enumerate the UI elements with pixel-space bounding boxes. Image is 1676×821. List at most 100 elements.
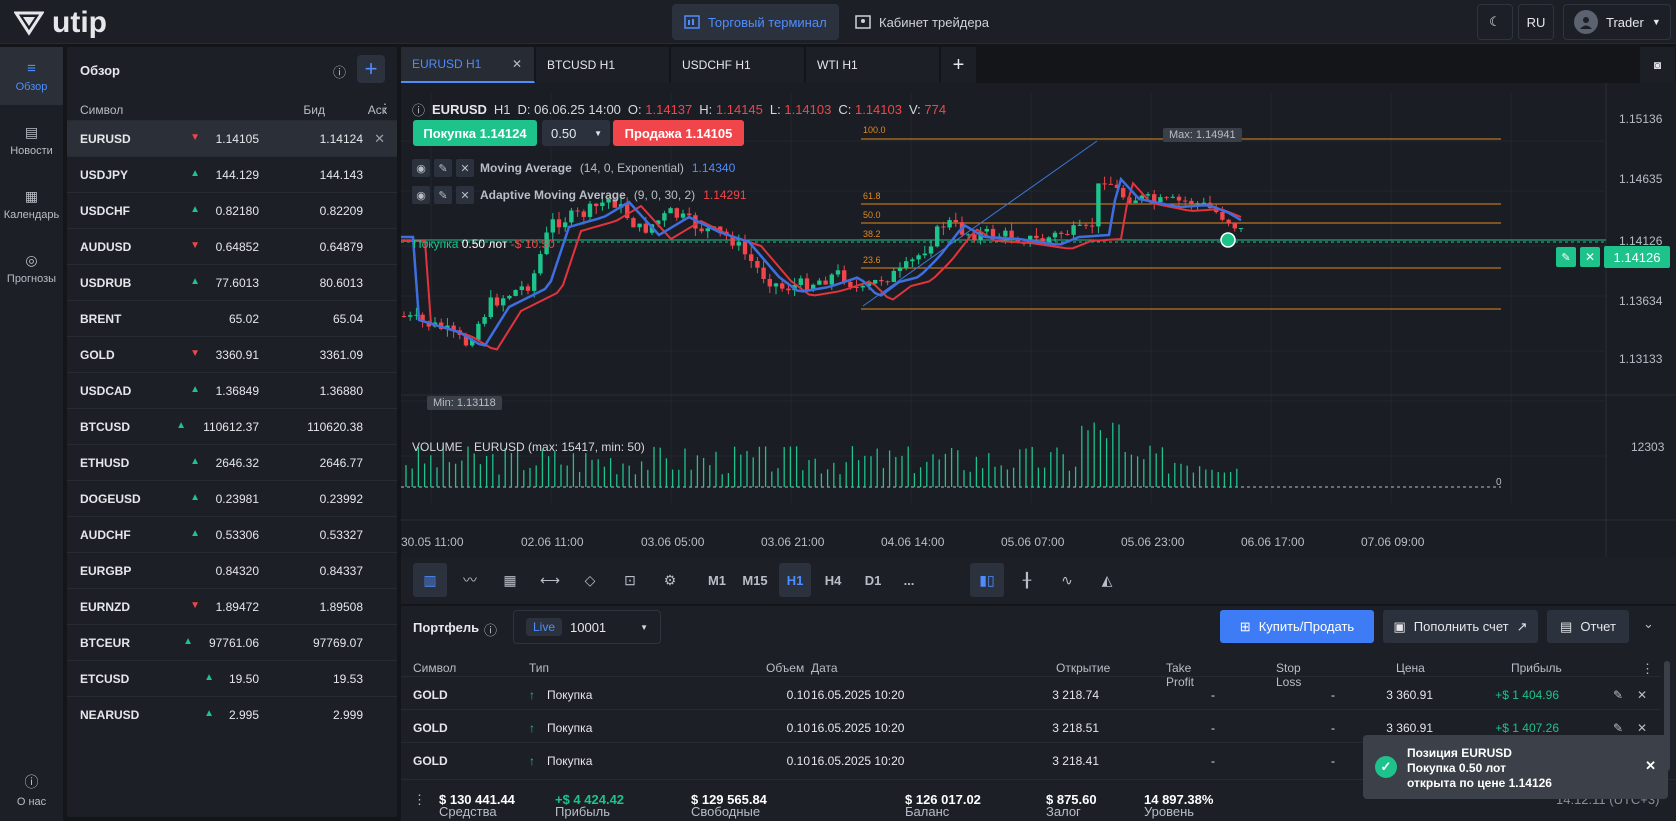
symbol-row[interactable]: NEARUSD ▲ 2.995 2.999	[67, 696, 397, 732]
tab-btcusd[interactable]: BTCUSD H1	[536, 47, 670, 83]
wrench-icon[interactable]: ✎	[434, 186, 452, 204]
symbol-row[interactable]: AUDUSD ▼ 0.64852 0.64879	[67, 228, 397, 264]
pencil-icon[interactable]: ✎	[1613, 688, 1623, 702]
tab-eurusd[interactable]: EURUSD H1 ✕	[401, 47, 535, 83]
symbol-row[interactable]: BRENT 65.02 65.04	[67, 300, 397, 336]
close-position-button[interactable]: ✕	[1580, 247, 1600, 267]
candle-body	[780, 283, 785, 289]
quick-buy-button[interactable]: Покупка 1.14124	[413, 120, 537, 146]
close-toast-button[interactable]: ✕	[1645, 758, 1656, 774]
sidebar-item-calendar[interactable]: ▦ Календарь	[0, 175, 63, 233]
more-vert-icon[interactable]: ⋮	[413, 792, 426, 808]
candle-body	[736, 241, 741, 246]
col-bid-header[interactable]: Бид	[235, 103, 325, 117]
lot-size-select[interactable]: 0.50 ▼	[542, 120, 610, 146]
timeframe-d1[interactable]: D1	[857, 563, 889, 597]
col-symbol-header[interactable]: Символ	[80, 103, 123, 117]
news-icon: ▤	[24, 123, 39, 140]
indicators-button[interactable]: ▥	[413, 563, 447, 597]
eye-icon[interactable]: ◉	[412, 159, 430, 177]
time-tick: 05.06 23:00	[1121, 535, 1185, 549]
timeframe-m15[interactable]: M15	[739, 563, 771, 597]
plus-icon: +	[364, 56, 378, 81]
more-vert-icon[interactable]: ⋮	[1641, 661, 1654, 677]
symbol-row[interactable]: AUDCHF ▲ 0.53306 0.53327	[67, 516, 397, 552]
tab-wti[interactable]: WTI H1	[806, 47, 940, 83]
chart-settings-button[interactable]: ⚙	[653, 563, 687, 597]
calendar-icon: ▦	[503, 571, 517, 588]
language-button[interactable]: RU	[1518, 4, 1554, 40]
collapse-icon[interactable]: ⌄	[1643, 616, 1654, 632]
bars-type-button[interactable]: ╂	[1010, 563, 1044, 597]
more-vert-icon[interactable]: ⋮	[379, 101, 391, 115]
close-icon[interactable]: ✕	[1637, 688, 1647, 702]
theme-toggle-button[interactable]: ☾	[1477, 4, 1513, 40]
symbol-row[interactable]: USDRUB ▲ 77.6013 80.6013	[67, 264, 397, 300]
timeframe-h1[interactable]: H1	[779, 563, 811, 597]
brand-name: utip	[52, 6, 107, 39]
sidebar-item-about[interactable]: ⓘ О нас	[0, 761, 63, 819]
eye-icon[interactable]: ◉	[412, 186, 430, 204]
symbol-row[interactable]: USDCHF ▲ 0.82180 0.82209	[67, 192, 397, 228]
line-type-button[interactable]: ∿	[1050, 563, 1084, 597]
close-icon[interactable]: ✕	[512, 57, 522, 71]
tab-usdchf[interactable]: USDCHF H1	[671, 47, 805, 83]
col-header[interactable]: Дата	[811, 661, 838, 675]
symbol-row[interactable]: GOLD ▼ 3360.91 3361.09	[67, 336, 397, 372]
nav-trading-terminal[interactable]: Торговый терминал	[672, 4, 839, 40]
close-icon[interactable]: ✕	[374, 131, 385, 147]
table-row[interactable]: GOLD ↑ Покупка 0.10 16.05.2025 10:20 3 218.74…	[401, 676, 1661, 711]
line-tool-button[interactable]: ⟷	[533, 563, 567, 597]
symbol-row[interactable]: EURUSD ▼ 1.14105 1.14124 ✕	[67, 120, 397, 156]
brand-logo[interactable]: utip	[14, 6, 107, 40]
open-position-label[interactable]: Покупка 0.50 лот -$ 10.50	[413, 237, 555, 251]
candles-type-button[interactable]: ▮▯	[970, 563, 1004, 597]
text-tool-button[interactable]: ⊡	[613, 563, 647, 597]
close-icon[interactable]: ✕	[1637, 721, 1647, 735]
user-menu[interactable]: Trader ▼	[1563, 4, 1671, 40]
info-icon[interactable]: ⓘ	[484, 620, 497, 639]
account-select[interactable]: Live 10001 ▼	[513, 610, 661, 644]
symbol-row[interactable]: USDJPY ▲ 144.129 144.143	[67, 156, 397, 192]
chart-date: D: 06.06.25 14:00	[517, 102, 621, 117]
wrench-icon[interactable]: ✎	[434, 159, 452, 177]
sidebar-item-news[interactable]: ▤ Новости	[0, 111, 63, 169]
timeframe-more[interactable]: ...	[893, 563, 925, 597]
price-chart[interactable]: 1.15136 1.14635 1.14126 1.13634 1.13133 100.0…	[401, 83, 1676, 557]
symbol-row[interactable]: DOGEUSD ▲ 0.23981 0.23992	[67, 480, 397, 516]
symbol-row[interactable]: ETCUSD ▲ 19.50 19.53	[67, 660, 397, 696]
close-icon[interactable]: ✕	[456, 159, 474, 177]
symbol-row[interactable]: BTCEUR ▲ 97761.06 97769.07	[67, 624, 397, 660]
add-tab-button[interactable]: +	[941, 47, 977, 83]
pencil-icon[interactable]: ✎	[1613, 721, 1623, 735]
close-icon[interactable]: ✕	[456, 186, 474, 204]
info-icon[interactable]: ⓘ	[333, 62, 346, 81]
symbol-row[interactable]: EURGBP 0.84320 0.84337	[67, 552, 397, 588]
deposit-button[interactable]: ▣ Пополнить счет ↗	[1383, 610, 1538, 643]
symbol-row[interactable]: USDCAD ▲ 1.36849 1.36880	[67, 372, 397, 408]
col-header[interactable]: Тип	[529, 661, 549, 675]
add-symbol-button[interactable]: +	[357, 55, 385, 83]
screenshot-button[interactable]: ◙	[1640, 47, 1676, 83]
symbol-row[interactable]: BTCUSD ▲ 110612.37 110620.38	[67, 408, 397, 444]
sidebar-item-overview[interactable]: ≡ Обзор	[0, 47, 63, 105]
symbol-row[interactable]: ETHUSD ▲ 2646.32 2646.77	[67, 444, 397, 480]
sidebar-item-forecasts[interactable]: ◎ Прогнозы	[0, 239, 63, 297]
events-button[interactable]: ▦	[493, 563, 527, 597]
nav-trader-cabinet[interactable]: Кабинет трейдера	[843, 4, 1001, 40]
symbol-row[interactable]: EURNZD ▼ 1.89472 1.89508	[67, 588, 397, 624]
edit-position-button[interactable]: ✎	[1556, 247, 1576, 267]
candle-body	[1096, 183, 1101, 227]
col-ask-header[interactable]: Аск	[327, 103, 387, 117]
timeframe-m1[interactable]: M1	[701, 563, 733, 597]
shapes-button[interactable]: ◇	[573, 563, 607, 597]
chart-canvas[interactable]: 1.15136 1.14635 1.14126 1.13634 1.13133 100.0…	[401, 83, 1676, 557]
buy-sell-button[interactable]: ⊞ Купить/Продать	[1220, 610, 1374, 643]
report-button[interactable]: ▤ Отчет	[1547, 610, 1629, 643]
timeframe-h4[interactable]: H4	[817, 563, 849, 597]
trend-lines-button[interactable]: 〰	[453, 563, 487, 597]
col-header[interactable]: Символ	[413, 661, 456, 675]
quick-sell-button[interactable]: Продажа 1.14105	[613, 120, 744, 146]
info-icon[interactable]: ⓘ	[412, 100, 425, 119]
area-type-button[interactable]: ◭	[1090, 563, 1124, 597]
